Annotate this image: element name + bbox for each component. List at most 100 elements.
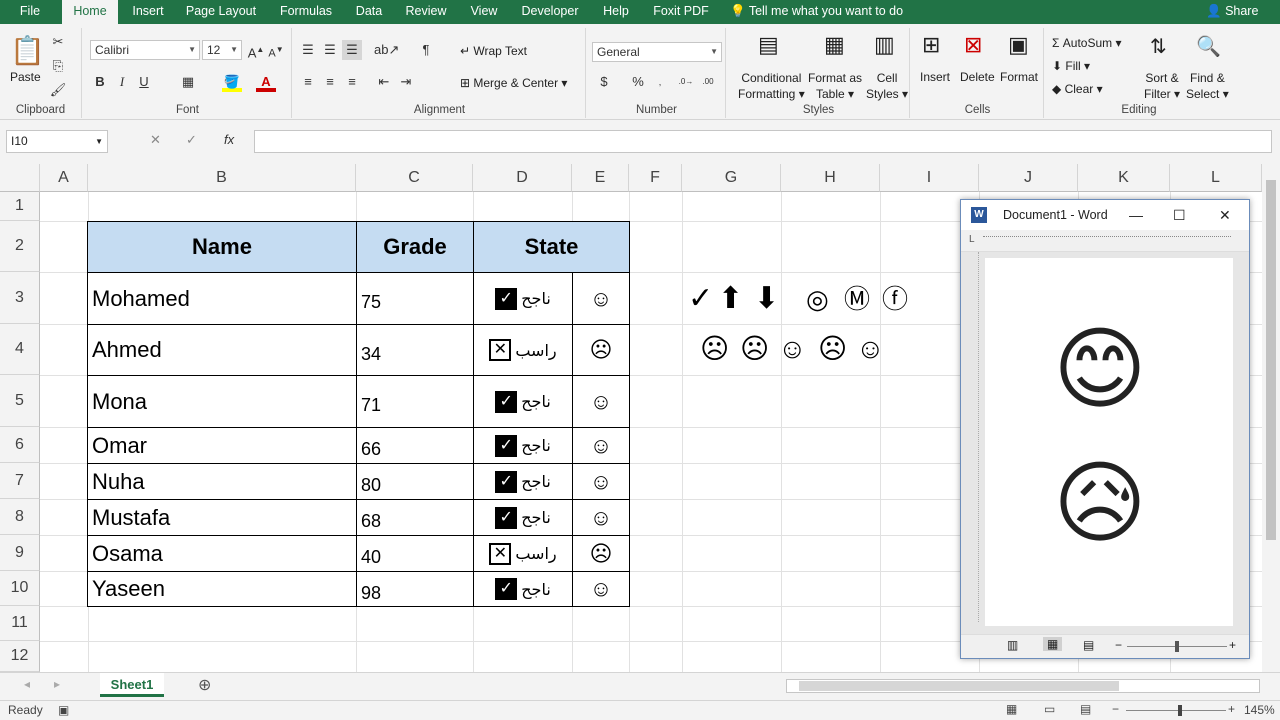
column-header[interactable]: L: [1170, 164, 1262, 192]
paste-button[interactable]: Paste: [10, 70, 41, 84]
align-top-icon[interactable]: ☰: [298, 40, 318, 60]
borders-icon[interactable]: ▦: [178, 72, 198, 92]
row-header[interactable]: 2: [0, 221, 40, 272]
font-size-select[interactable]: 12 ▼: [202, 40, 242, 60]
column-header[interactable]: E: [572, 164, 629, 192]
increase-font-icon[interactable]: A▲: [246, 40, 266, 60]
minimize-icon[interactable]: —: [1129, 200, 1143, 230]
comma-icon[interactable]: ,: [650, 72, 670, 92]
word-zoom-in-icon[interactable]: +: [1229, 638, 1236, 652]
web-layout-icon[interactable]: ▤: [1083, 638, 1094, 652]
row-header[interactable]: 7: [0, 463, 40, 499]
sort-filter-icon[interactable]: ⇅: [1150, 34, 1167, 59]
read-mode-icon[interactable]: ▥: [1007, 638, 1018, 652]
cell-name[interactable]: Mustafa: [87, 499, 357, 536]
tab-data[interactable]: Data: [348, 0, 390, 24]
function-icon[interactable]: fx: [224, 132, 234, 147]
find-select-button[interactable]: Find & Select ▾: [1186, 70, 1229, 102]
scroll-left-icon[interactable]: ◂: [24, 677, 30, 691]
cell-grade[interactable]: 75: [356, 272, 474, 325]
cell-name[interactable]: Mona: [87, 375, 357, 428]
word-zoom-out-icon[interactable]: −: [1115, 638, 1122, 652]
cell-face[interactable]: ☹: [572, 535, 630, 572]
cell-grade[interactable]: 98: [356, 571, 474, 607]
insert-cells-icon[interactable]: ⊞: [922, 32, 940, 58]
select-all-corner[interactable]: [0, 164, 40, 192]
column-header[interactable]: A: [40, 164, 88, 192]
row-header[interactable]: 8: [0, 499, 40, 535]
tab-foxit-pdf[interactable]: Foxit PDF: [646, 0, 716, 24]
find-icon[interactable]: 🔍: [1196, 34, 1221, 59]
cell-state[interactable]: ✕ راسب: [473, 535, 573, 572]
font-family-select[interactable]: Calibri ▼: [90, 40, 200, 60]
delete-cells-button[interactable]: Delete: [960, 70, 995, 84]
underline-button[interactable]: U: [134, 72, 154, 92]
column-header[interactable]: B: [88, 164, 356, 192]
cell-grade[interactable]: 80: [356, 463, 474, 500]
row-header[interactable]: 11: [0, 606, 40, 641]
insert-cells-button[interactable]: Insert: [920, 70, 950, 84]
header-state[interactable]: State: [473, 221, 630, 273]
font-color-icon[interactable]: A: [256, 72, 276, 92]
column-header[interactable]: G: [682, 164, 781, 192]
decrease-decimal-icon[interactable]: .00: [698, 72, 718, 92]
cell-face[interactable]: ☺: [572, 272, 630, 325]
horizontal-scrollbar[interactable]: [786, 679, 1260, 693]
cell-face[interactable]: ☺: [572, 375, 630, 428]
orientation-icon[interactable]: ab↗: [374, 40, 399, 60]
tab-developer[interactable]: Developer: [514, 0, 586, 24]
share-button[interactable]: 👤 Share: [1206, 0, 1258, 24]
italic-button[interactable]: I: [112, 72, 132, 92]
page-layout-view-icon[interactable]: ▭: [1044, 702, 1055, 716]
fill-button[interactable]: ⬇ Fill ▾: [1052, 59, 1090, 73]
decrease-indent-icon[interactable]: ⇤: [374, 72, 394, 92]
cell-styles-icon[interactable]: ▥: [874, 32, 895, 58]
cell-grade[interactable]: 68: [356, 499, 474, 536]
zoom-in-icon[interactable]: +: [1228, 702, 1235, 716]
align-right-icon[interactable]: ≡: [342, 72, 362, 92]
cell-grade[interactable]: 40: [356, 535, 474, 572]
normal-view-icon[interactable]: ▦: [1006, 702, 1017, 716]
column-header[interactable]: C: [356, 164, 473, 192]
cell-face[interactable]: ☺: [572, 571, 630, 607]
row-header[interactable]: 3: [0, 272, 40, 324]
cancel-icon[interactable]: ✕: [150, 132, 161, 148]
format-cells-icon[interactable]: ▣: [1008, 32, 1029, 58]
tab-stop-icon[interactable]: L: [969, 234, 975, 245]
vertical-scrollbar[interactable]: [1262, 164, 1280, 672]
row-header[interactable]: 10: [0, 571, 40, 606]
scroll-thumb[interactable]: [1266, 180, 1276, 540]
row-header[interactable]: 12: [0, 641, 40, 672]
name-box[interactable]: I10 ▼: [6, 130, 108, 153]
zoom-slider-thumb[interactable]: [1178, 705, 1182, 716]
merge-center-button[interactable]: ⊞ Merge & Center ▾: [460, 76, 567, 90]
wrap-text-button[interactable]: ↵ Wrap Text: [460, 44, 527, 58]
cell-state[interactable]: ✓ ناجح: [473, 427, 573, 464]
format-cells-button[interactable]: Format: [1000, 70, 1038, 84]
conditional-formatting-button[interactable]: Conditional Formatting ▾: [738, 70, 805, 102]
tell-me-search[interactable]: 💡 Tell me what you want to do: [730, 0, 903, 24]
cell-state[interactable]: ✓ ناجح: [473, 375, 573, 428]
column-header[interactable]: I: [880, 164, 979, 192]
format-as-table-button[interactable]: Format as Table ▾: [808, 70, 862, 102]
paste-icon[interactable]: 📋: [10, 34, 45, 67]
row-header[interactable]: 6: [0, 427, 40, 463]
zoom-out-icon[interactable]: −: [1112, 702, 1119, 716]
word-page[interactable]: 😊 😥: [985, 258, 1233, 626]
increase-indent-icon[interactable]: ⇥: [396, 72, 416, 92]
percent-icon[interactable]: %: [628, 72, 648, 92]
row-header[interactable]: 9: [0, 535, 40, 571]
delete-cells-icon[interactable]: ⊠: [964, 32, 982, 58]
cell-state[interactable]: ✓ ناجح: [473, 463, 573, 500]
column-header[interactable]: H: [781, 164, 880, 192]
scroll-thumb[interactable]: [799, 681, 1119, 691]
currency-icon[interactable]: $: [594, 72, 614, 92]
header-grade[interactable]: Grade: [356, 221, 474, 273]
row-header[interactable]: 4: [0, 324, 40, 375]
cell-styles-button[interactable]: Cell Styles ▾: [866, 70, 908, 102]
row-header[interactable]: 5: [0, 375, 40, 427]
word-window[interactable]: W Document1 - Word — ☐ ✕ L 😊 😥 ▥ ▦ ▤ − +: [960, 199, 1250, 659]
zoom-slider[interactable]: [1126, 710, 1226, 711]
cell-name[interactable]: Omar: [87, 427, 357, 464]
align-left-icon[interactable]: ≡: [298, 72, 318, 92]
